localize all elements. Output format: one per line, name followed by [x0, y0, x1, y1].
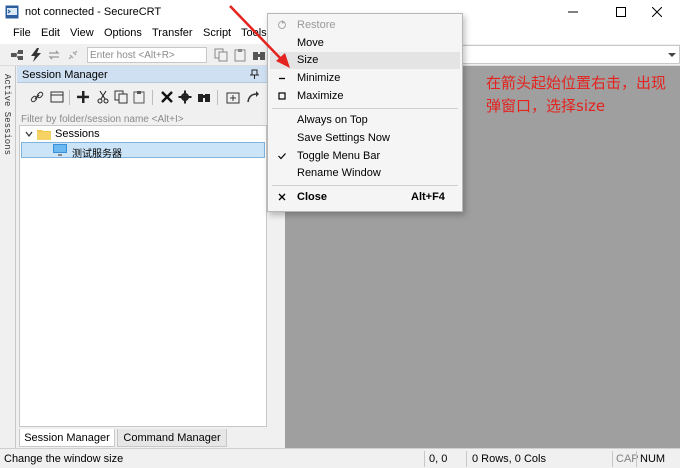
tab-command-manager[interactable]: Command Manager — [117, 429, 227, 447]
menu-item-move[interactable]: Move — [268, 35, 462, 52]
gear-icon[interactable] — [178, 90, 192, 104]
status-separator — [636, 451, 637, 467]
menu-separator — [272, 185, 458, 186]
session-manager-toolbar — [17, 85, 284, 109]
restore-icon — [278, 20, 286, 29]
status-separator — [424, 451, 425, 467]
new-window-icon[interactable] — [50, 90, 64, 104]
maximize-icon — [278, 92, 286, 100]
menu-file[interactable]: File — [13, 27, 31, 39]
menu-item-label: Maximize — [297, 90, 344, 102]
quick-connect-icon[interactable] — [29, 48, 43, 62]
session-manager-header: Session Manager — [17, 66, 284, 83]
window-system-menu: Restore Move Size Minimize Maximize Alwa… — [267, 13, 463, 212]
menu-item-save-settings[interactable]: Save Settings Now — [268, 130, 462, 147]
minimize-window-button[interactable] — [550, 0, 596, 24]
check-icon — [278, 153, 286, 160]
menu-item-label: Minimize — [297, 72, 341, 84]
tab-session-manager[interactable]: Session Manager — [19, 429, 115, 447]
cut-icon[interactable] — [96, 90, 110, 104]
active-sessions-label: Active Sessions — [2, 74, 12, 156]
close-icon — [652, 7, 662, 17]
binoculars-icon[interactable] — [197, 90, 211, 104]
disconnect-icon[interactable] — [66, 48, 80, 62]
menu-item-label: Always on Top — [297, 114, 368, 126]
minimize-icon — [279, 77, 285, 80]
add-icon[interactable] — [76, 90, 90, 104]
menu-item-label: Move — [297, 37, 324, 49]
menu-item-label: Close — [297, 191, 327, 203]
chevron-down-icon[interactable] — [25, 130, 33, 138]
menu-transfer[interactable]: Transfer — [152, 27, 193, 39]
securecrt-app-icon[interactable] — [5, 5, 19, 19]
menu-separator — [272, 108, 458, 109]
cursor-position: 0, 0 — [429, 453, 448, 465]
toolbar-separator — [69, 90, 70, 105]
rows-cols: 0 Rows, 0 Cols — [472, 453, 546, 465]
chevron-down-icon[interactable] — [668, 51, 676, 59]
link-icon[interactable] — [30, 90, 44, 104]
menu-item-size[interactable]: Size — [270, 52, 460, 69]
close-window-button[interactable] — [634, 0, 680, 24]
window-title: not connected - SecureCRT — [25, 6, 162, 18]
menu-item-rename-window[interactable]: Rename Window — [268, 165, 462, 182]
menu-item-toggle-menu-bar[interactable]: Toggle Menu Bar — [268, 148, 462, 165]
connect-bar-icon[interactable] — [10, 48, 24, 62]
toolbar-separator — [152, 90, 153, 105]
status-message: Change the window size — [4, 453, 124, 465]
menu-item-always-on-top[interactable]: Always on Top — [268, 112, 462, 129]
reconnect-icon[interactable] — [47, 48, 61, 62]
menu-edit[interactable]: Edit — [41, 27, 60, 39]
menu-item-restore[interactable]: Restore — [268, 17, 462, 34]
maximize-icon — [616, 7, 626, 17]
tree-folder-label: Sessions — [55, 128, 100, 140]
menu-item-close[interactable]: Close Alt+F4 — [268, 189, 462, 206]
enter-host-input[interactable] — [87, 47, 207, 63]
status-separator — [466, 451, 467, 467]
tree-item-session[interactable]: 测试服务器 — [21, 142, 265, 160]
menu-options[interactable]: Options — [104, 27, 142, 39]
session-tree: Sessions 测试服务器 — [19, 125, 267, 427]
paste-session-icon[interactable] — [132, 90, 146, 104]
menu-tools[interactable]: Tools — [241, 27, 267, 39]
new-folder-icon[interactable] — [226, 90, 240, 104]
session-manager-tabs: Session Manager Command Manager — [17, 429, 284, 448]
menu-script[interactable]: Script — [203, 27, 231, 39]
address-field[interactable] — [460, 45, 680, 64]
num-lock-indicator: NUM — [640, 453, 666, 465]
copy-icon[interactable] — [214, 48, 228, 62]
paste-icon[interactable] — [233, 48, 247, 62]
active-sessions-tab[interactable]: Active Sessions — [0, 66, 16, 448]
delete-icon[interactable] — [160, 90, 174, 104]
status-bar: Change the window size 0, 0 0 Rows, 0 Co… — [0, 448, 680, 468]
menu-item-label: Toggle Menu Bar — [297, 150, 381, 162]
minimize-icon — [568, 11, 578, 13]
status-separator — [612, 451, 613, 467]
close-icon — [278, 193, 286, 201]
session-manager-panel: Session Manager Sessions 测试服务器 Session M… — [17, 66, 284, 448]
toolbar-separator — [217, 90, 218, 105]
redo-icon[interactable] — [246, 90, 260, 104]
folder-icon — [37, 130, 51, 140]
tree-item-sessions[interactable]: Sessions — [20, 126, 266, 142]
annotation-text: 在箭头起始位置右击，出现弹窗口，选择size — [486, 74, 667, 115]
tree-session-label: 测试服务器 — [72, 149, 122, 160]
copy-session-icon[interactable] — [114, 90, 128, 104]
find-icon[interactable] — [252, 48, 266, 62]
menu-item-minimize[interactable]: Minimize — [268, 70, 462, 87]
menu-view[interactable]: View — [70, 27, 94, 39]
menu-item-label: Rename Window — [297, 167, 381, 179]
session-manager-title: Session Manager — [22, 69, 108, 81]
menu-item-label: Save Settings Now — [297, 132, 390, 144]
menu-item-label: Restore — [297, 19, 336, 31]
menu-item-maximize[interactable]: Maximize — [268, 88, 462, 105]
menu-item-label: Size — [297, 54, 319, 66]
menu-item-shortcut: Alt+F4 — [411, 191, 445, 203]
monitor-icon — [53, 144, 67, 156]
pin-icon[interactable] — [249, 69, 260, 80]
